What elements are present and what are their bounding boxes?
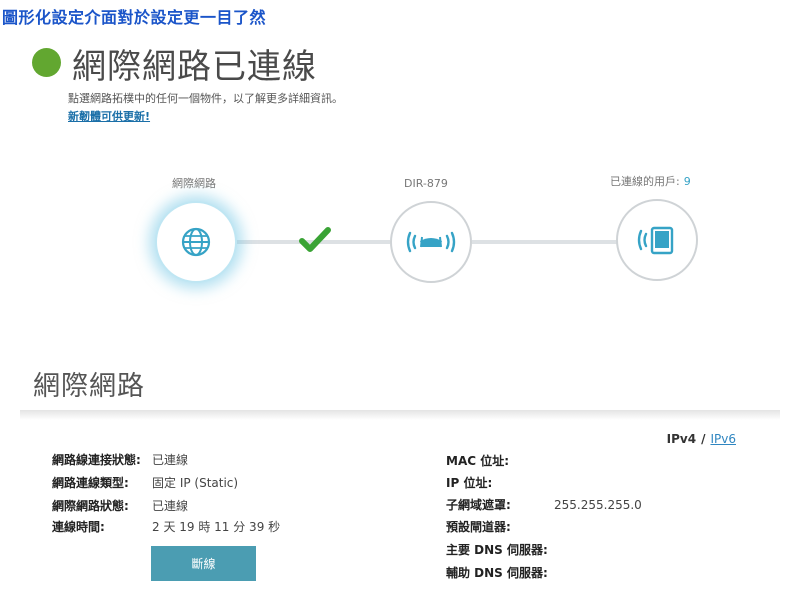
section-divider (20, 410, 780, 420)
section-title: 網際網路 (33, 371, 145, 402)
status-indicator (32, 48, 61, 77)
status-description: 點選網路拓樸中的任何一個物件，以了解更多詳細資訊。 (68, 92, 343, 105)
detail-row: 網路線連接狀態: 已連線 (52, 451, 188, 468)
detail-value: 固定 IP (Static) (152, 476, 239, 490)
ip-toggle-separator: / (701, 432, 706, 446)
disconnect-button[interactable]: 斷線 (151, 546, 256, 581)
detail-label: 主要 DNS 伺服器: (446, 543, 548, 557)
detail-row: 網路連線類型: 固定 IP (Static) (52, 474, 238, 491)
ipv4-tab[interactable]: IPv4 (667, 432, 696, 446)
detail-label: 預設閘道器: (446, 520, 511, 534)
detail-label: MAC 位址: (446, 454, 510, 468)
detail-label: 網路連線類型: (52, 476, 129, 490)
detail-label: 網路線連接狀態: (52, 453, 141, 467)
clients-label: 已連線的用戶: 9 (610, 173, 691, 189)
detail-value: 255.255.255.0 (554, 498, 642, 512)
internet-label: 網際網路 (172, 177, 216, 190)
detail-label: IP 位址: (446, 476, 493, 490)
detail-value: 已連線 (152, 453, 189, 467)
router-label: DIR-879 (404, 177, 448, 190)
ipv6-tab[interactable]: IPv6 (710, 432, 736, 446)
detail-row: IP 位址: (446, 474, 554, 491)
internet-node[interactable] (155, 201, 237, 283)
globe-icon (181, 227, 211, 257)
detail-row: 連線時間: 2 天 19 時 11 分 39 秒 (52, 518, 280, 535)
firmware-update-link[interactable]: 新韌體可供更新! (68, 108, 150, 124)
clients-count[interactable]: 9 (684, 175, 691, 188)
tablet-icon (637, 226, 674, 255)
router-icon (406, 231, 456, 253)
page-caption: 圖形化設定介面對於設定更一目了然 (2, 8, 267, 27)
detail-value: 已連線 (152, 499, 189, 513)
router-node[interactable] (390, 201, 472, 283)
check-icon (299, 227, 331, 252)
detail-row: 主要 DNS 伺服器: (446, 541, 554, 558)
detail-row: 網際網路狀態: 已連線 (52, 497, 188, 514)
detail-row: 子網域遮罩: 255.255.255.0 (446, 496, 642, 513)
detail-label: 網際網路狀態: (52, 499, 129, 513)
clients-node[interactable] (616, 199, 698, 281)
detail-row: 輔助 DNS 伺服器: (446, 564, 554, 581)
detail-label: 輔助 DNS 伺服器: (446, 566, 548, 580)
detail-row: MAC 位址: (446, 452, 554, 469)
detail-value: 2 天 19 時 11 分 39 秒 (152, 520, 281, 534)
detail-row: 預設閘道器: (446, 518, 554, 535)
detail-label: 子網域遮罩: (446, 498, 511, 512)
status-title: 網際網路已連線 (72, 47, 317, 87)
connection-line-clients (472, 240, 618, 244)
detail-label: 連線時間: (52, 520, 105, 534)
clients-label-text: 已連線的用戶: (610, 175, 680, 188)
ip-version-toggle: IPv4 / IPv6 (667, 432, 736, 446)
